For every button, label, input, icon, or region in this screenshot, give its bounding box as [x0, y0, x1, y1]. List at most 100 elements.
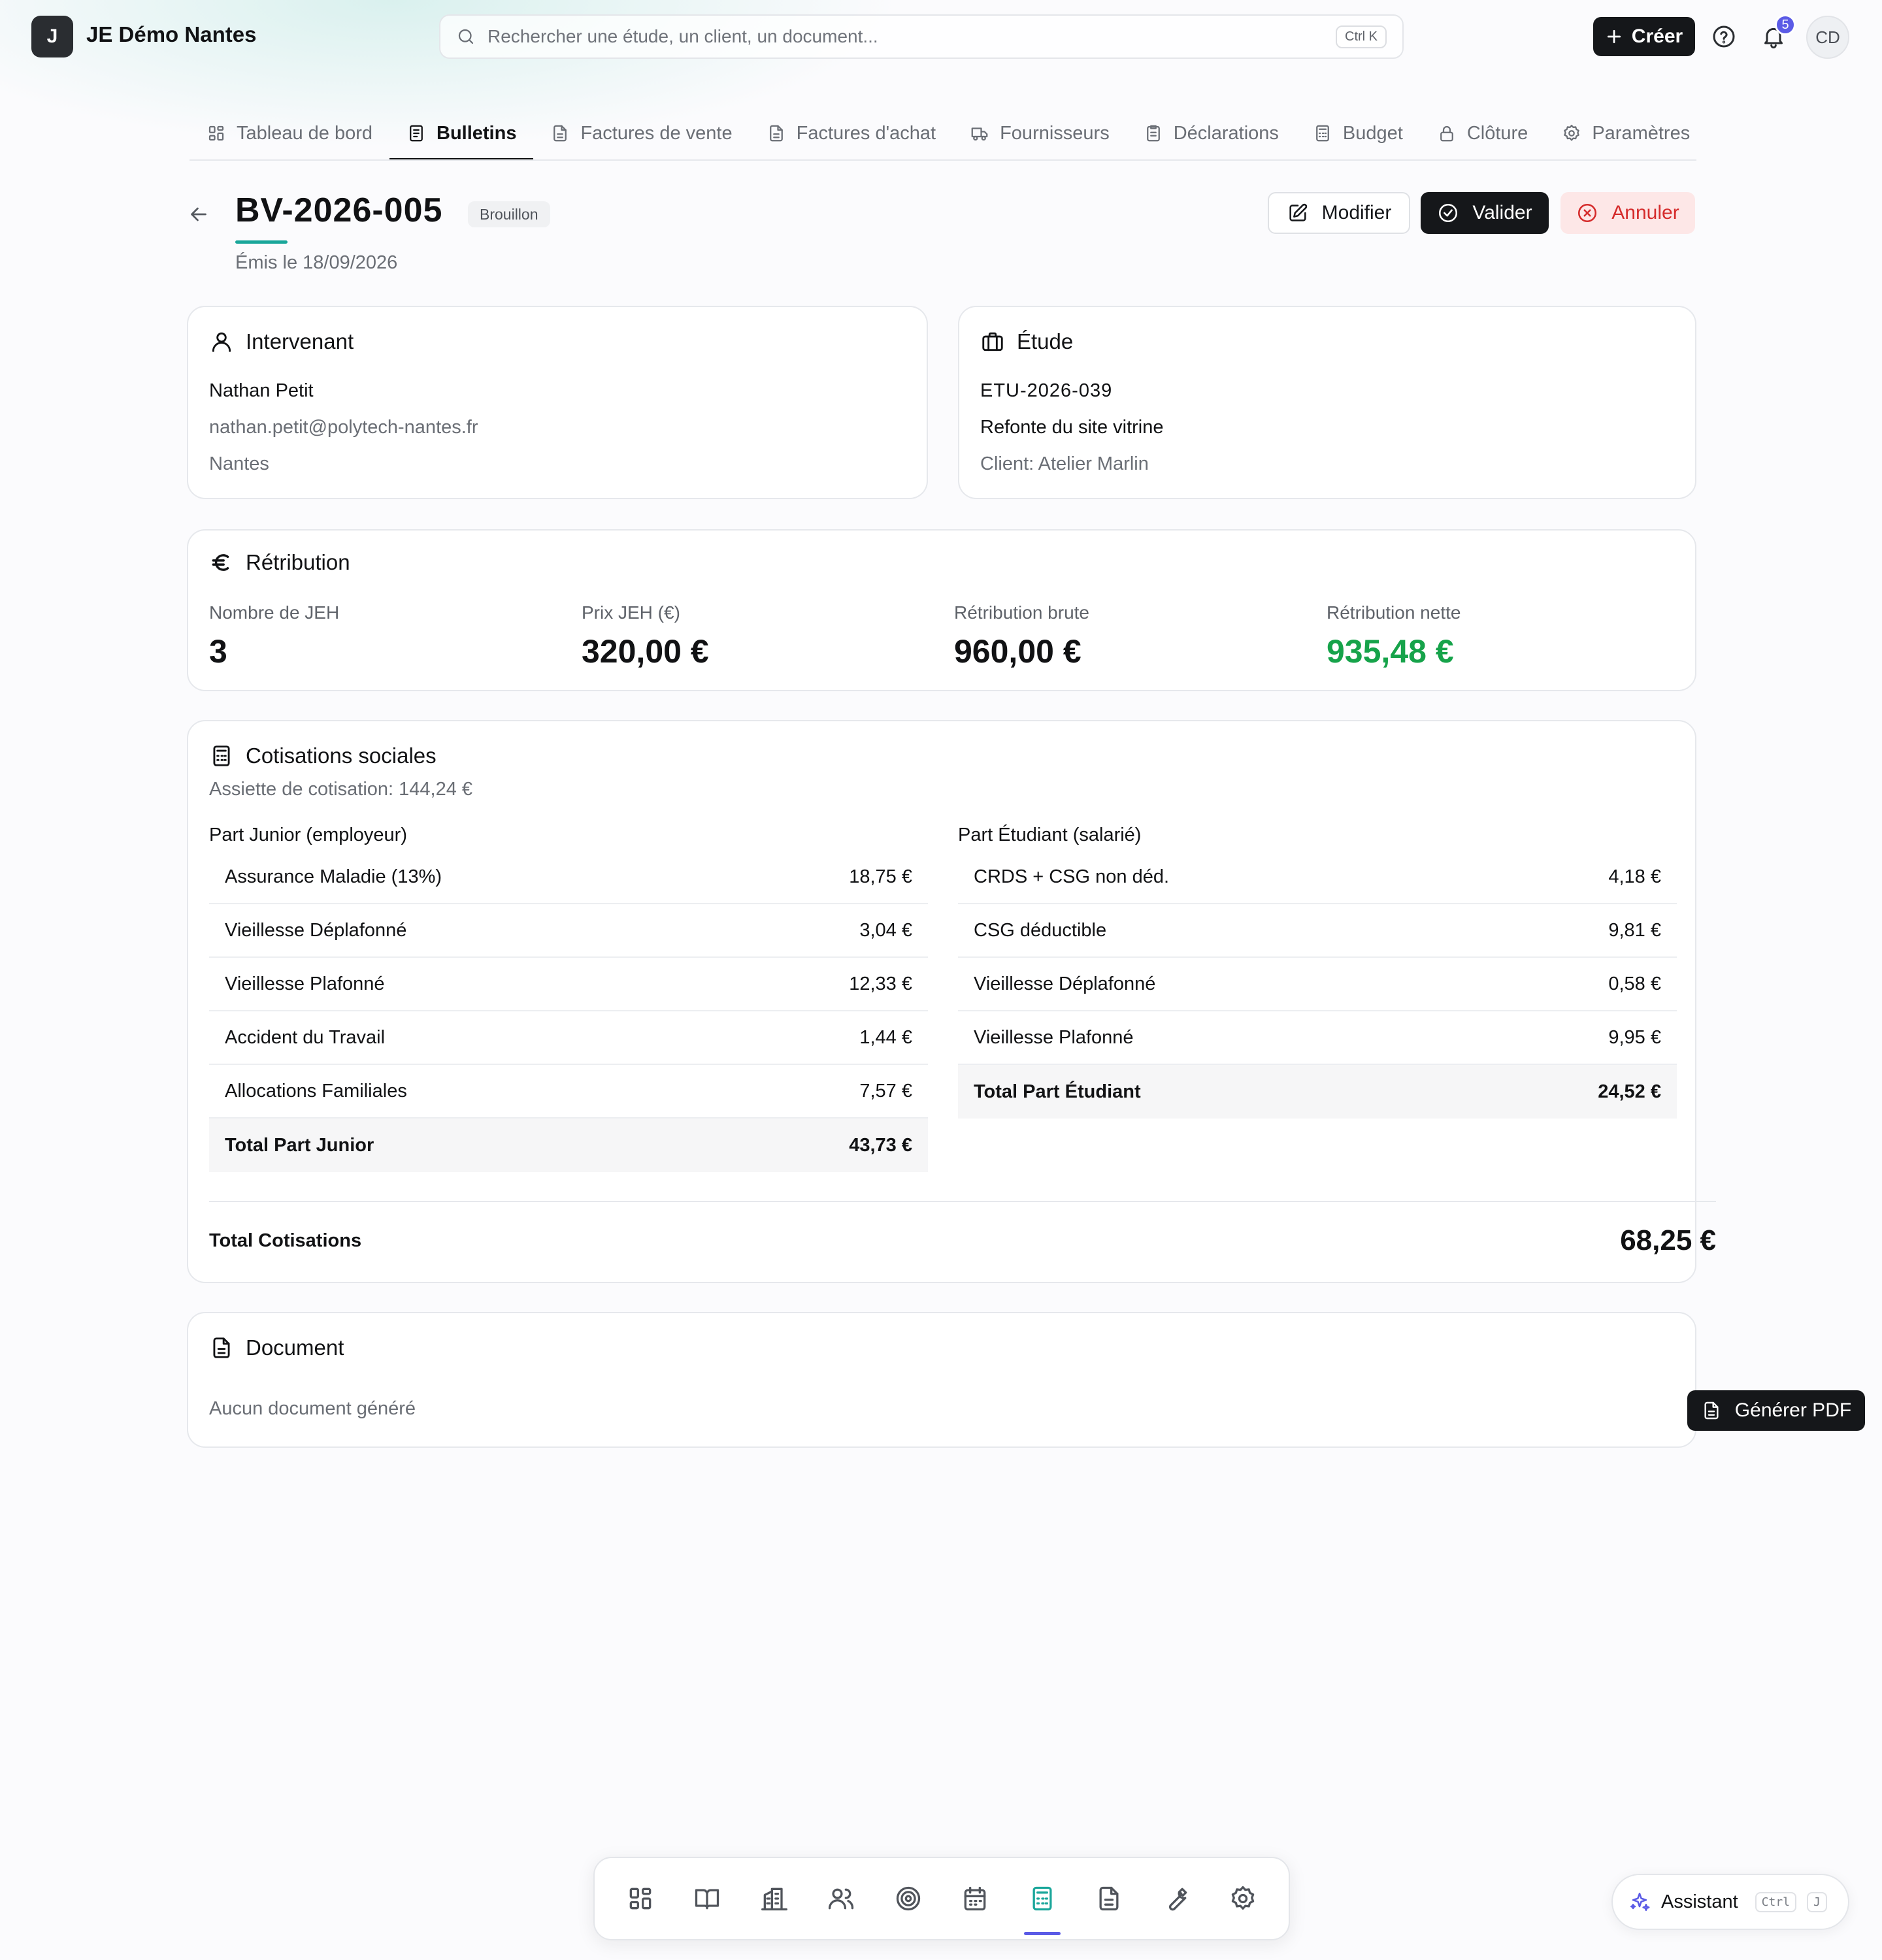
junior-part-title: Part Junior (employeur) [209, 825, 407, 845]
calculator-icon [1313, 123, 1332, 143]
top-bar: J JE Démo Nantes Rechercher une étude, u… [0, 0, 1882, 73]
search-placeholder: Rechercher une étude, un client, un docu… [487, 26, 878, 46]
org-logo[interactable]: J [31, 16, 73, 57]
card-title: Rétribution [246, 550, 350, 574]
price-value: 320,00 € [582, 633, 709, 670]
page-title: BV-2026-005 [235, 191, 443, 229]
retribution-card: Rétribution Nombre de JEH 3 Prix JEH (€)… [187, 529, 1696, 691]
dock-item-dashboard[interactable] [612, 1870, 669, 1927]
plus-icon [1606, 28, 1623, 45]
card-title: Document [246, 1335, 344, 1360]
back-arrow-icon[interactable] [187, 203, 210, 226]
row-value: 43,73 € [849, 1134, 912, 1156]
generate-pdf-button[interactable]: Générer PDF [1687, 1390, 1865, 1431]
table-row: CRDS + CSG non déd. 4,18 € [958, 851, 1677, 904]
gear-icon [1562, 123, 1581, 143]
tab-label: Paramètres [1592, 122, 1691, 144]
total-value: 68,25 € [1620, 1224, 1716, 1256]
net-retribution: Rétribution nette 935,48 € [1327, 602, 1461, 670]
dock-item-calendar[interactable] [946, 1870, 1004, 1927]
table-row: Vieillesse Plafonné 9,95 € [958, 1011, 1677, 1065]
layout-grid-icon [206, 123, 226, 143]
junior-rows: Assurance Maladie (13%) 18,75 € Vieilless… [209, 851, 928, 1172]
etude-card: Étude ETU-2026-039 Refonte du site vitri… [958, 306, 1696, 499]
create-button[interactable]: Créer [1593, 17, 1695, 56]
tab-label: Fournisseurs [1000, 122, 1110, 144]
tab-bulletins[interactable]: Bulletins [389, 107, 534, 159]
search-shortcut: Ctrl K [1336, 25, 1387, 48]
tab-declarations[interactable]: Déclarations [1127, 107, 1296, 159]
dock-item-buildings[interactable] [746, 1870, 803, 1927]
avatar[interactable]: CD [1806, 16, 1849, 59]
gross-label: Rétribution brute [954, 602, 1090, 623]
jeh-count: Nombre de JEH 3 [209, 602, 339, 670]
assiette: Assiette de cotisation: 144,24 € [209, 779, 473, 800]
status-badge: Brouillon [468, 201, 550, 227]
tab-label: Factures d'achat [796, 122, 936, 144]
tab-factures-vente[interactable]: Factures de vente [533, 107, 749, 159]
net-value: 935,48 € [1327, 633, 1454, 670]
dock-item-finance[interactable] [1014, 1870, 1071, 1935]
etude-client: Client: Atelier Marlin [980, 453, 1149, 474]
notification-badge: 5 [1775, 14, 1796, 35]
intervenant-city: Nantes [209, 453, 269, 474]
row-label: Vieillesse Déplafonné [225, 919, 407, 941]
validate-button[interactable]: Valider [1421, 192, 1549, 234]
dock-item-tools[interactable] [1147, 1870, 1205, 1927]
help-icon[interactable] [1711, 24, 1737, 50]
row-value: 9,95 € [1608, 1026, 1661, 1048]
edit-icon [1287, 202, 1309, 224]
etude-ref[interactable]: ETU-2026-039 [980, 380, 1112, 402]
file-list-icon [406, 123, 426, 143]
assistant-button[interactable]: Assistant Ctrl J [1611, 1874, 1849, 1930]
dock-item-target[interactable] [880, 1870, 937, 1927]
row-label: CRDS + CSG non déd. [974, 866, 1170, 887]
check-circle-icon [1437, 202, 1459, 224]
cotisations-header: Cotisations sociales [209, 743, 437, 768]
total-cotisations: Total Cotisations 68,25 € [209, 1224, 1716, 1257]
table-row: Allocations Familiales 7,57 € [209, 1065, 928, 1119]
calculator-icon [209, 743, 234, 768]
bottom-dock [593, 1857, 1290, 1940]
generate-pdf-label: Générer PDF [1734, 1399, 1852, 1421]
section-tabs: Tableau de bord Bulletins Factures de ve… [190, 107, 1696, 161]
dock-item-documents[interactable] [1080, 1870, 1138, 1927]
table-row: Vieillesse Déplafonné 0,58 € [958, 958, 1677, 1011]
edit-button[interactable]: Modifier [1268, 192, 1410, 234]
user-icon [209, 329, 234, 354]
tab-label: Bulletins [437, 122, 517, 144]
cancel-label: Annuler [1611, 202, 1679, 223]
row-value: 18,75 € [849, 866, 912, 887]
row-value: 0,58 € [1608, 973, 1661, 994]
table-row: Vieillesse Déplafonné 3,04 € [209, 904, 928, 958]
assistant-label: Assistant [1661, 1891, 1738, 1912]
card-title: Étude [1017, 329, 1074, 353]
search-input[interactable]: Rechercher une étude, un client, un docu… [439, 14, 1404, 59]
edit-label: Modifier [1321, 202, 1392, 223]
tab-budget[interactable]: Budget [1296, 107, 1420, 159]
tab-label: Tableau de bord [237, 122, 372, 144]
row-value: 24,52 € [1598, 1081, 1661, 1102]
assistant-shortcut-j: J [1807, 1891, 1827, 1912]
intervenant-email[interactable]: nathan.petit@polytech-nantes.fr [209, 417, 478, 438]
tab-cloture[interactable]: Clôture [1420, 107, 1545, 159]
tab-tableau-de-bord[interactable]: Tableau de bord [190, 107, 389, 159]
tab-factures-achat[interactable]: Factures d'achat [750, 107, 953, 159]
tab-parametres[interactable]: Paramètres [1545, 107, 1696, 159]
dock-item-settings[interactable] [1214, 1870, 1272, 1927]
lock-icon [1437, 123, 1457, 143]
cancel-button[interactable]: Annuler [1560, 192, 1695, 234]
gross-retribution: Rétribution brute 960,00 € [954, 602, 1089, 670]
book-icon [693, 1884, 721, 1913]
org-name[interactable]: JE Démo Nantes [86, 22, 256, 47]
tab-label: Clôture [1466, 122, 1528, 144]
intervenant-name: Nathan Petit [209, 380, 314, 401]
validate-label: Valider [1472, 202, 1532, 223]
layout-grid-icon [626, 1884, 655, 1913]
jeh-label: Nombre de JEH [209, 602, 340, 623]
dock-item-users[interactable] [812, 1870, 870, 1927]
intervenant-header: Intervenant [209, 329, 354, 354]
table-row: Accident du Travail 1,44 € [209, 1011, 928, 1065]
tab-fournisseurs[interactable]: Fournisseurs [953, 107, 1127, 159]
dock-item-book[interactable] [678, 1870, 736, 1927]
